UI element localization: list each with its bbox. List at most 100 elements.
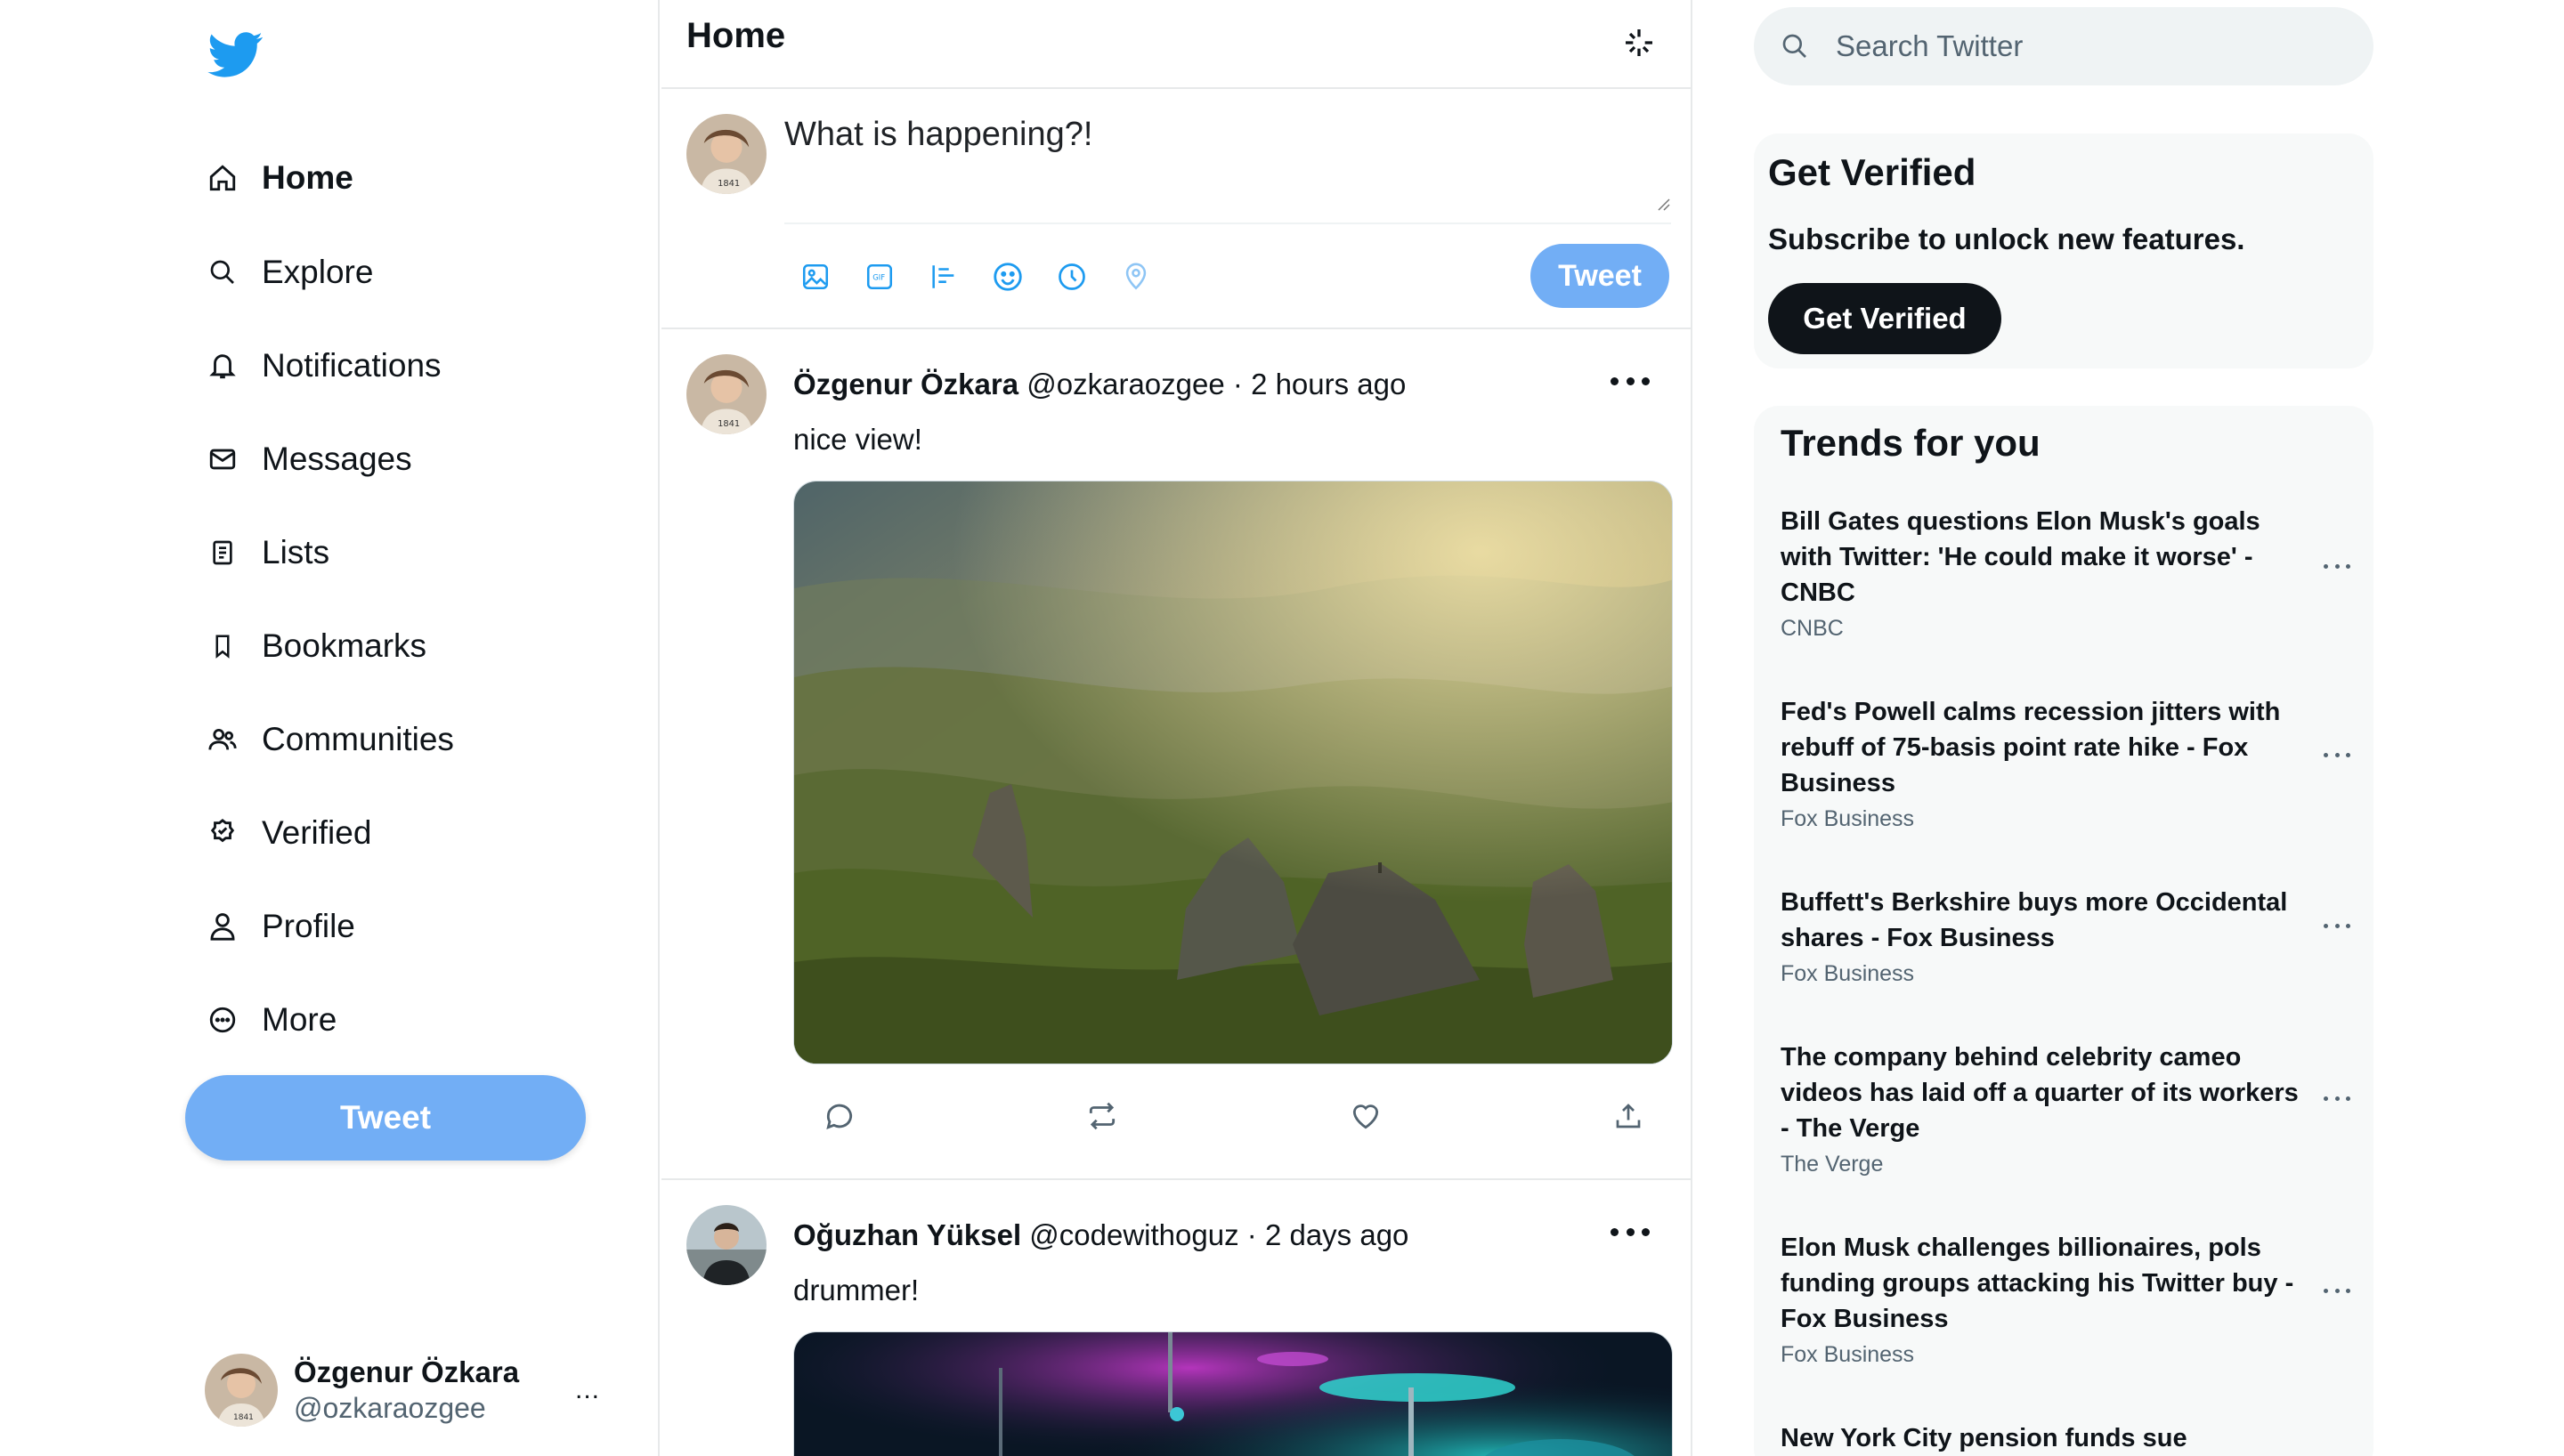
search-bar[interactable] (1754, 7, 2373, 85)
verify-title: Get Verified (1768, 151, 1976, 193)
nav-more-label: More (262, 1001, 337, 1038)
like-heart-icon[interactable] (1346, 1096, 1385, 1136)
schedule-clock-icon[interactable] (1051, 256, 1092, 297)
account-handle: @ozkaraozgee (294, 1392, 486, 1424)
emoji-icon[interactable] (987, 256, 1028, 297)
trend-more-icon[interactable] (2324, 557, 2350, 575)
trend-more-icon[interactable] (2324, 746, 2350, 764)
trend-title: New York City pension funds sue Activisi… (1781, 1424, 2187, 1452)
nav-more[interactable]: More (203, 984, 337, 1056)
tweet-separator: · (1232, 368, 1243, 400)
reply-icon[interactable] (820, 1096, 859, 1136)
trend-more-icon[interactable] (2324, 917, 2350, 934)
trend-more-icon[interactable] (2324, 1282, 2350, 1299)
nav-lists-label: Lists (262, 534, 330, 570)
tweet-image-drums[interactable] (793, 1331, 1673, 1456)
nav-verified[interactable]: Verified (203, 797, 371, 869)
trend-item[interactable]: Elon Musk challenges billionaires, pols … (1781, 1230, 2350, 1371)
sidebar-tweet-button[interactable]: Tweet (185, 1075, 586, 1161)
search-input[interactable] (1836, 29, 2334, 63)
tweet-header: Oğuzhan Yüksel @codewithoguz · 2 days ag… (793, 1217, 1408, 1253)
retweet-icon[interactable] (1083, 1096, 1122, 1136)
trend-item[interactable]: Buffett's Berkshire buys more Occidental… (1781, 885, 2350, 990)
get-verified-button[interactable]: Get Verified (1768, 283, 2001, 354)
people-icon (203, 720, 242, 759)
trend-title: The company behind celebrity cameo video… (1781, 1043, 2299, 1143)
trend-source: CNBC (1781, 616, 1844, 641)
main-timeline: Home 1841 GIF Tweet 1841 Özgenur Özkara … (661, 0, 1692, 1456)
nav-profile-label: Profile (262, 908, 355, 944)
compose-input[interactable] (784, 116, 1671, 215)
composer-toolbar: GIF (795, 256, 1180, 297)
avatar: 1841 (686, 114, 767, 194)
trend-source: Fox Business (1781, 1342, 1915, 1367)
verify-subtitle: Subscribe to unlock new features. (1768, 222, 2245, 255)
nav-lists[interactable]: Lists (203, 517, 329, 588)
trend-item[interactable]: Fed's Powell calms recession jitters wit… (1781, 694, 2350, 835)
tweet-author-handle[interactable]: @ozkaraozgee (1026, 368, 1224, 400)
image-icon[interactable] (795, 256, 836, 297)
tweet[interactable]: 1841 Özgenur Özkara @ozkaraozgee · 2 hou… (661, 331, 1692, 1180)
search-icon (203, 253, 242, 292)
tweet-author-name[interactable]: Özgenur Özkara (793, 368, 1018, 400)
page-title: Home (686, 16, 786, 55)
tweet-time[interactable]: 2 hours ago (1251, 368, 1406, 400)
avatar[interactable]: 1841 (686, 354, 767, 434)
trend-source: Fox Business (1781, 961, 1915, 986)
nav-notifications-label: Notifications (262, 347, 442, 384)
gif-icon[interactable]: GIF (859, 256, 900, 297)
verified-badge-icon (203, 813, 242, 853)
nav-notifications[interactable]: Notifications (203, 330, 442, 401)
tweet-composer: 1841 GIF Tweet (661, 91, 1692, 329)
trends-card: Trends for you Bill Gates questions Elon… (1754, 406, 2373, 1456)
tweet-separator: · (1246, 1218, 1257, 1251)
avatar: 1841 (205, 1354, 278, 1427)
avatar[interactable] (686, 1205, 767, 1285)
resize-handle-icon[interactable] (1655, 196, 1671, 212)
svg-text:1841: 1841 (233, 1413, 254, 1422)
tweet-more-icon[interactable] (1603, 363, 1657, 399)
tweet-text: drummer! (793, 1274, 920, 1306)
poll-icon[interactable] (923, 256, 964, 297)
trend-item[interactable]: New York City pension funds sue Activisi… (1781, 1420, 2350, 1456)
tweet-author-name[interactable]: Oğuzhan Yüksel (793, 1218, 1021, 1251)
nav-profile[interactable]: Profile (203, 891, 355, 962)
nav-communities-label: Communities (262, 721, 454, 757)
tweet-time[interactable]: 2 days ago (1265, 1218, 1408, 1251)
composer-divider (784, 222, 1671, 224)
trend-item[interactable]: The company behind celebrity cameo video… (1781, 1039, 2350, 1180)
nav-explore[interactable]: Explore (203, 237, 373, 308)
trend-item[interactable]: Bill Gates questions Elon Musk's goals w… (1781, 504, 2350, 644)
sparkle-icon[interactable] (1621, 25, 1657, 61)
bell-icon (203, 346, 242, 385)
tweet-actions (820, 1096, 1648, 1136)
tweet-image-mountain[interactable] (793, 481, 1673, 1064)
trend-title: Bill Gates questions Elon Musk's goals w… (1781, 507, 2260, 607)
nav-communities[interactable]: Communities (203, 704, 454, 775)
tweet-more-icon[interactable] (1603, 1214, 1657, 1250)
nav-verified-label: Verified (262, 814, 372, 851)
account-more-button[interactable]: ... (575, 1375, 600, 1405)
nav-messages[interactable]: Messages (203, 424, 412, 495)
compose-tweet-button[interactable]: Tweet (1530, 244, 1669, 308)
account-switcher[interactable]: 1841 Özgenur Özkara @ozkaraozgee ... (205, 1353, 605, 1428)
more-circle-icon (203, 1000, 242, 1039)
trend-source: Fox Business (1781, 806, 1915, 831)
svg-text:1841: 1841 (718, 419, 740, 429)
list-icon (203, 533, 242, 572)
search-icon (1782, 34, 1806, 58)
twitter-logo-icon[interactable] (207, 27, 265, 82)
tweet[interactable]: Oğuzhan Yüksel @codewithoguz · 2 days ag… (661, 1182, 1692, 1456)
tweet-text: nice view! (793, 423, 922, 456)
trends-title: Trends for you (1781, 422, 2041, 464)
nav-home[interactable]: Home (203, 142, 353, 214)
tweet-author-handle[interactable]: @codewithoguz (1029, 1218, 1238, 1251)
nav-bookmarks[interactable]: Bookmarks (203, 611, 426, 682)
trend-title: Elon Musk challenges billionaires, pols … (1781, 1234, 2294, 1333)
trend-more-icon[interactable] (2324, 1089, 2350, 1107)
nav-messages-label: Messages (262, 441, 412, 477)
location-pin-icon[interactable] (1116, 256, 1156, 297)
share-upload-icon[interactable] (1609, 1096, 1648, 1136)
left-sidebar: Home Explore Notifications Messages List… (0, 0, 660, 1456)
timeline-header: Home (661, 0, 1692, 89)
